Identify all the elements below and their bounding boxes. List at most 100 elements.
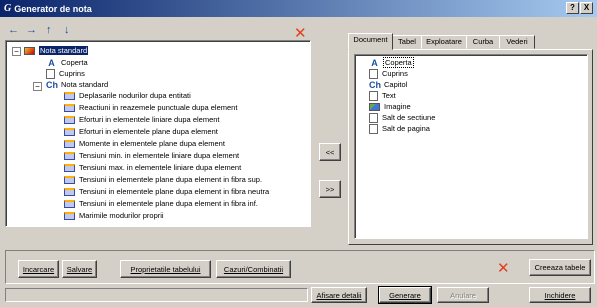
list-item-label: Imagine [384, 102, 411, 111]
delete-item-icon[interactable]: ✕ [294, 26, 307, 41]
chapter-table-label: Reactiuni in reazemele punctuale dupa el… [79, 103, 238, 112]
cover-letter-a-icon: A [371, 58, 378, 69]
cover-letter-a-icon: A [48, 58, 55, 69]
delete-tables-icon[interactable]: ✕ [497, 261, 510, 276]
tree-root-expander[interactable]: − [12, 47, 21, 56]
chapter-ch-icon: Ch [46, 80, 58, 91]
help-button[interactable]: ? [566, 2, 579, 14]
chapter-table-item[interactable]: Tensiuni min. in elementele liniare dupa… [64, 151, 239, 161]
list-item[interactable]: Cuprins [369, 69, 408, 80]
tree-root[interactable]: Nota standard [24, 46, 89, 56]
generate-label: Generare [389, 290, 421, 300]
list-item-label: Coperta [383, 57, 414, 68]
chapter-table-label: Momente in elementele plane dupa element [79, 139, 225, 148]
table-icon [64, 212, 75, 221]
chapter-table-item[interactable]: Tensiuni in elementele plane dupa elemen… [64, 175, 262, 185]
report-root-icon [24, 47, 35, 56]
tree-item-coperta[interactable]: A Coperta [46, 58, 88, 69]
create-tables-button[interactable]: Creeaza tabele [529, 259, 591, 276]
generator-de-nota-window: G Generator de nota ? X ← → ↑ ↓ ✕ − Nota… [0, 0, 597, 307]
tree-item-label: Cuprins [59, 69, 85, 78]
page-break-icon [369, 124, 378, 135]
arrow-right-icon[interactable]: → [26, 25, 37, 36]
report-tree-panel[interactable]: − Nota standard A Coperta Cuprins − Ch Not… [5, 40, 311, 227]
tree-item-cuprins[interactable]: Cuprins [46, 69, 85, 80]
tab-vederi[interactable]: Vederi [499, 35, 535, 49]
list-item-label: Salt de pagina [382, 124, 430, 133]
table-properties-label: Proprietatile tabelului [130, 264, 201, 274]
table-properties-button[interactable]: Proprietatile tabelului [120, 260, 211, 278]
tree-item-label: Coperta [61, 58, 88, 67]
chapter-ch-icon: Ch [369, 80, 381, 91]
chapter-table-item[interactable]: Tensiuni in elementele plane dupa elemen… [64, 199, 258, 209]
tab-tabel[interactable]: Tabel [392, 35, 422, 49]
list-item[interactable]: Salt de pagina [369, 124, 430, 135]
close-window-button[interactable]: X [580, 2, 593, 14]
list-item[interactable]: Ch Capitol [369, 80, 407, 90]
generate-button[interactable]: Generare [378, 286, 432, 304]
table-icon [64, 152, 75, 161]
chapter-table-item[interactable]: Tensiuni max. in elementele liniare dupa… [64, 163, 241, 173]
table-icon [64, 164, 75, 173]
close-button[interactable]: Inchidere [529, 287, 591, 303]
chapter-table-label: Marimile modurilor proprii [79, 211, 164, 220]
chapter-table-item[interactable]: Eforturi in elementele plane dupa elemen… [64, 127, 218, 137]
section-break-icon [369, 113, 378, 124]
arrow-down-icon[interactable]: ↓ [64, 25, 70, 36]
tree-root-label: Nota standard [39, 46, 89, 55]
add-to-document-button[interactable]: << [319, 143, 341, 161]
status-bar [5, 288, 308, 302]
cases-combinations-label: Cazuri/Combinatii [223, 264, 284, 274]
document-icon [46, 69, 55, 80]
save-button[interactable]: Salvare [62, 260, 97, 278]
chapter-table-label: Eforturi in elementele plane dupa elemen… [79, 127, 218, 136]
arrow-up-icon[interactable]: ↑ [46, 25, 52, 36]
image-icon [369, 103, 380, 112]
chapter-table-label: Tensiuni in elementele plane dupa elemen… [79, 187, 270, 196]
cancel-button[interactable]: Anulare [437, 287, 489, 303]
save-button-label: Salvare [66, 264, 93, 274]
chapter-expander[interactable]: − [33, 82, 42, 91]
table-icon [64, 128, 75, 137]
list-item-label: Capitol [384, 80, 408, 89]
chapter-table-label: Tensiuni in elementele plane dupa elemen… [79, 199, 258, 208]
tree-item-chapter[interactable]: Ch Nota standard [46, 80, 108, 90]
table-icon [64, 116, 75, 125]
remove-from-document-button[interactable]: >> [319, 180, 341, 198]
chapter-table-label: Tensiuni max. in elementele liniare dupa… [79, 163, 242, 172]
table-icon [64, 140, 75, 149]
app-logo-icon: G [4, 3, 12, 14]
load-button[interactable]: Incarcare [18, 260, 59, 278]
window-title: Generator de nota [14, 3, 92, 14]
table-icon [64, 188, 75, 197]
cases-combinations-button[interactable]: Cazuri/Combinatii [216, 260, 291, 278]
arrow-left-icon[interactable]: ← [8, 25, 19, 36]
list-item-label: Salt de sectiune [382, 113, 436, 122]
chapter-table-label: Eforturi in elementele liniare dupa elem… [79, 115, 220, 124]
table-icon [64, 200, 75, 209]
table-icon [64, 176, 75, 185]
chapter-table-item[interactable]: Reactiuni in reazemele punctuale dupa el… [64, 103, 237, 113]
list-item-label: Cuprins [382, 69, 408, 78]
document-elements-list[interactable]: A Coperta Cuprins Ch Capitol Text Imagine … [354, 54, 588, 239]
tab-curba[interactable]: Curba [466, 35, 500, 49]
list-item[interactable]: Imagine [369, 102, 411, 112]
chapter-table-item[interactable]: Marimile modurilor proprii [64, 211, 164, 221]
title-bar[interactable]: G Generator de nota ? X [0, 0, 597, 17]
list-item[interactable]: Salt de sectiune [369, 113, 436, 124]
tab-document[interactable]: Document [348, 33, 393, 50]
chapter-table-label: Deplasarile nodurilor dupa entitati [79, 91, 191, 100]
load-button-label: Incarcare [22, 264, 55, 274]
chapter-table-item[interactable]: Momente in elementele plane dupa element [64, 139, 225, 149]
chapter-table-item[interactable]: Eforturi in elementele liniare dupa elem… [64, 115, 220, 125]
show-details-button[interactable]: Afisare detalii [311, 287, 367, 303]
chapter-table-item[interactable]: Tensiuni in elementele plane dupa elemen… [64, 187, 269, 197]
tab-exploatare[interactable]: Exploatare [421, 35, 467, 49]
list-item[interactable]: A Coperta [369, 57, 414, 69]
list-item[interactable]: Text [369, 91, 396, 102]
table-icon [64, 104, 75, 113]
list-item-label: Text [382, 91, 396, 100]
table-icon [64, 92, 75, 101]
chapter-table-item[interactable]: Deplasarile nodurilor dupa entitati [64, 91, 191, 101]
text-document-icon [369, 91, 378, 102]
